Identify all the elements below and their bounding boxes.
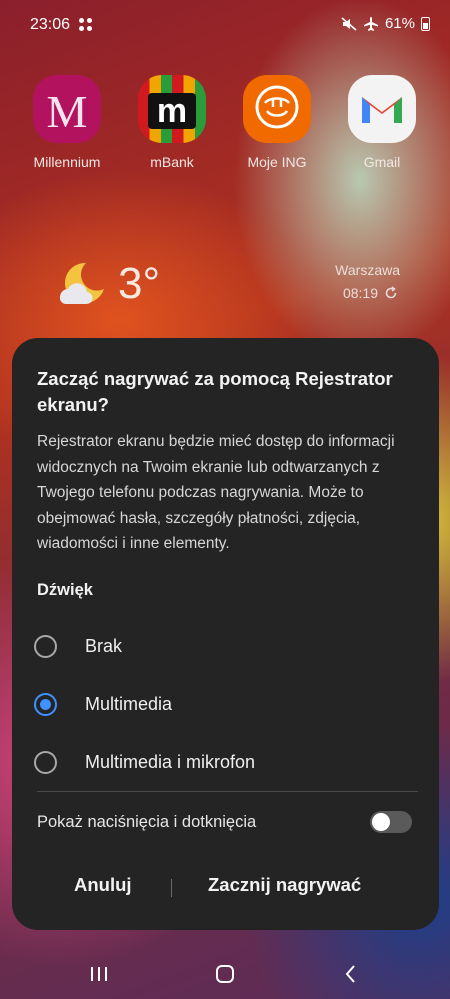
sound-option-none[interactable]: Brak xyxy=(34,626,424,666)
app-gmail[interactable]: Gmail xyxy=(337,75,427,170)
millennium-icon: M xyxy=(33,75,101,143)
home-app-row: M Millennium m mBank Moje ING Gmail xyxy=(0,75,450,175)
battery-percent: 61% xyxy=(384,15,415,32)
weather-updated: 08:19 xyxy=(343,285,398,301)
dialog-description: Rejestrator ekranu będzie mieć dostęp do… xyxy=(37,433,395,552)
start-recording-button[interactable]: Zacznij nagrywać xyxy=(208,874,361,896)
sound-option-media[interactable]: Multimedia xyxy=(34,684,424,724)
show-taps-label: Pokaż naciśnięcia i dotknięcia xyxy=(37,813,257,831)
gmail-icon xyxy=(348,75,416,143)
radio-button[interactable] xyxy=(34,634,57,658)
refresh-icon[interactable] xyxy=(384,286,398,300)
button-separator xyxy=(171,879,172,897)
screen-recorder-dialog: Zacząć nagrywać za pomocą Rejestrator ek… xyxy=(12,338,439,930)
weather-widget[interactable]: 3° Warszawa 08:19 xyxy=(52,255,412,315)
mute-icon xyxy=(341,16,357,31)
airplane-mode-icon xyxy=(363,16,378,31)
radio-button[interactable] xyxy=(34,750,57,774)
app-moje-ing[interactable]: Moje ING xyxy=(232,75,322,170)
show-taps-toggle[interactable] xyxy=(370,811,412,833)
navigation-bar xyxy=(0,945,450,999)
app-millennium[interactable]: M Millennium xyxy=(22,75,112,170)
notification-icon xyxy=(79,18,93,32)
recent-apps-icon[interactable] xyxy=(84,959,114,989)
sound-option-media-mic[interactable]: Multimedia i mikrofon xyxy=(34,742,424,782)
weather-city: Warszawa xyxy=(335,262,400,278)
back-icon[interactable] xyxy=(336,959,366,989)
cancel-button[interactable]: Anuluj xyxy=(74,874,132,896)
svg-text:m: m xyxy=(157,92,187,130)
status-time: 23:06 xyxy=(30,16,71,33)
show-taps-row[interactable]: Pokaż naciśnięcia i dotknięcia xyxy=(37,808,412,838)
ing-lion-icon xyxy=(243,75,311,143)
sound-section-heading: Dźwięk xyxy=(37,581,93,599)
weather-temperature: 3° xyxy=(118,259,161,308)
home-icon[interactable] xyxy=(210,959,240,989)
status-bar: 23:06 61% xyxy=(0,0,450,50)
app-mbank[interactable]: m mBank xyxy=(127,75,217,170)
mbank-icon: m xyxy=(138,75,206,143)
svg-text:M: M xyxy=(47,86,88,137)
moon-cloud-icon xyxy=(59,262,104,305)
radio-button-selected[interactable] xyxy=(34,692,57,716)
dialog-actions: Anuluj Zacznij nagrywać xyxy=(12,868,439,908)
divider xyxy=(37,791,418,792)
battery-icon xyxy=(421,16,430,31)
dialog-title: Zacząć nagrywać za pomocą Rejestrator ek… xyxy=(37,368,393,415)
